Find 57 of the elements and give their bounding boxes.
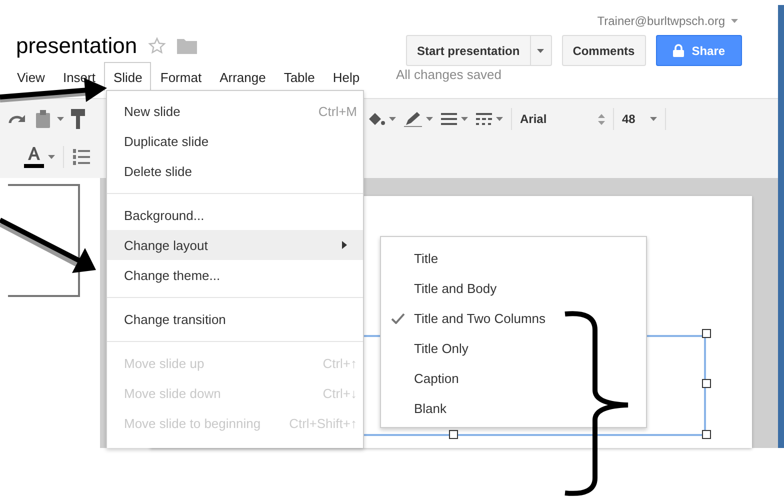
caret-icon: [650, 117, 657, 121]
line-weight-icon[interactable]: [441, 113, 457, 125]
menu-tab[interactable]: Insert: [54, 62, 104, 91]
dropdown-button[interactable]: [530, 35, 552, 66]
layout-option[interactable]: Blank: [381, 393, 646, 423]
star-icon[interactable]: [148, 37, 166, 55]
menu-tab[interactable]: Help: [324, 62, 369, 91]
resize-handle[interactable]: [702, 379, 711, 388]
menu-item[interactable]: Change transition: [107, 304, 363, 334]
menu-tab[interactable]: Format: [151, 62, 211, 91]
layout-option[interactable]: Caption: [381, 363, 646, 393]
menu-item[interactable]: Duplicate slide: [107, 126, 363, 156]
layout-option[interactable]: Title and Two Columns: [381, 303, 646, 333]
account-email[interactable]: Trainer@burltwpsch.org: [597, 14, 725, 28]
menu-tab[interactable]: Arrange: [210, 62, 275, 91]
stepper-icon[interactable]: [598, 114, 605, 124]
font-size-selector[interactable]: 48: [622, 112, 650, 126]
menu-item[interactable]: Background...: [107, 200, 363, 230]
caret-icon: [426, 117, 433, 121]
menu-item[interactable]: Change layout: [107, 230, 363, 260]
fill-bucket-icon[interactable]: [367, 111, 385, 127]
comments-button[interactable]: Comments: [562, 35, 646, 66]
font-selector[interactable]: Arial: [520, 112, 598, 126]
resize-handle[interactable]: [702, 329, 711, 338]
caret-icon: [48, 155, 55, 159]
start-presentation-button[interactable]: Start presentation: [406, 35, 531, 66]
pen-icon[interactable]: [404, 111, 422, 127]
layout-option[interactable]: Title Only: [381, 333, 646, 363]
layout-option[interactable]: Title and Body: [381, 273, 646, 303]
line-dash-icon[interactable]: [476, 113, 492, 125]
redo-icon[interactable]: [8, 113, 26, 125]
submenu-arrow-icon: [342, 241, 347, 249]
layout-option[interactable]: Title: [381, 243, 646, 273]
resize-handle[interactable]: [449, 430, 458, 439]
menu-item[interactable]: Change theme...: [107, 260, 363, 290]
caret-icon: [731, 19, 738, 23]
lock-icon: [672, 44, 684, 57]
caret-icon: [389, 117, 396, 121]
numbered-list-icon[interactable]: [72, 149, 90, 165]
menu-item[interactable]: New slide Ctrl+M: [107, 96, 363, 126]
resize-handle[interactable]: [702, 430, 711, 439]
menu-tab[interactable]: View: [8, 62, 54, 91]
save-status: All changes saved: [396, 67, 503, 82]
shortcut-label: Ctrl+M: [318, 104, 357, 118]
text-color-icon[interactable]: [24, 145, 44, 169]
checkmark-icon: [390, 312, 404, 324]
caret-icon: [536, 48, 544, 52]
clipboard-icon[interactable]: [34, 109, 52, 129]
document-title[interactable]: presentation: [16, 33, 138, 59]
menu-item[interactable]: Delete slide: [107, 156, 363, 186]
caret-icon: [57, 117, 64, 121]
slide-thumbnail[interactable]: [8, 184, 80, 297]
caret-icon: [461, 117, 468, 121]
paint-roller-icon[interactable]: [71, 109, 85, 129]
menu-tab[interactable]: Table: [274, 62, 324, 91]
menu-tab[interactable]: Slide: [104, 62, 152, 91]
caret-icon: [496, 117, 503, 121]
